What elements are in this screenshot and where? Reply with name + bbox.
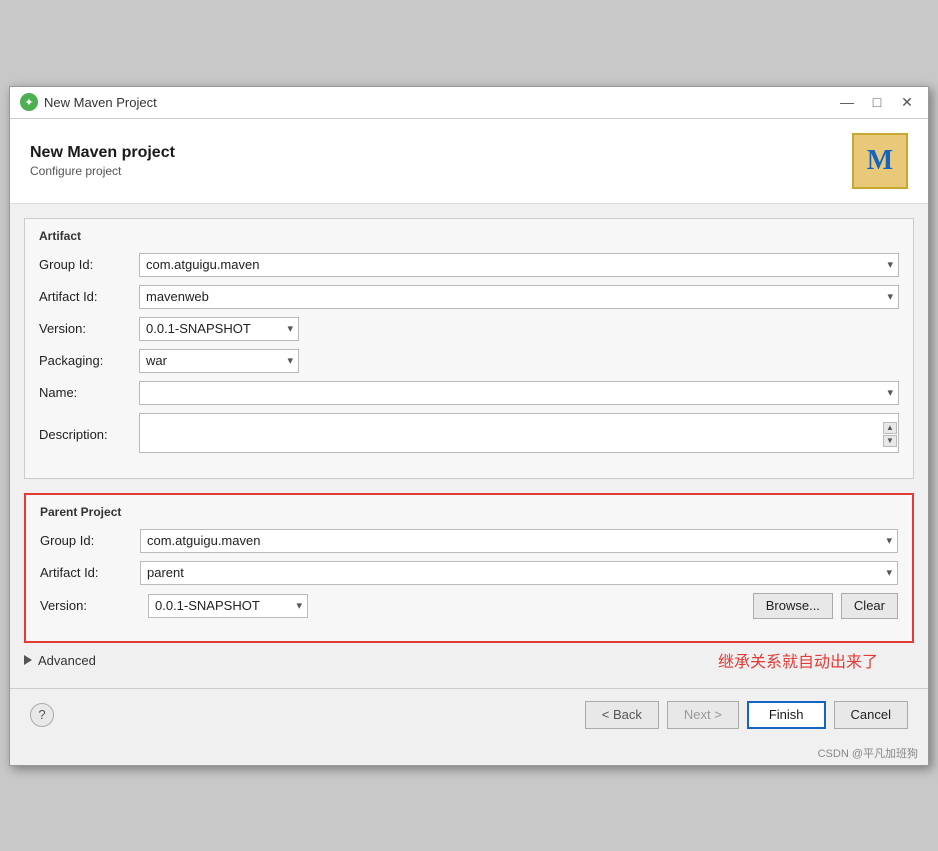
- dialog-footer: ? < Back Next > Finish Cancel: [10, 688, 928, 741]
- advanced-row: Advanced: [10, 643, 110, 678]
- dialog: ✦ New Maven Project — □ ✕ New Maven proj…: [9, 86, 929, 766]
- next-button[interactable]: Next >: [667, 701, 739, 729]
- artifact-id-select-wrapper[interactable]: mavenweb: [139, 285, 899, 309]
- advanced-annotation-row: Advanced 继承关系就自动出来了: [10, 643, 928, 678]
- group-id-label: Group Id:: [39, 257, 139, 272]
- parent-group-id-select[interactable]: com.atguigu.maven: [140, 529, 898, 553]
- name-row: Name:: [39, 381, 899, 405]
- packaging-row: Packaging: war: [39, 349, 899, 373]
- dialog-subtitle: Configure project: [30, 164, 175, 178]
- watermark: CSDN @平凡加班狗: [10, 741, 928, 765]
- group-id-select[interactable]: com.atguigu.maven: [139, 253, 899, 277]
- maven-icon: ✦: [20, 93, 38, 111]
- packaging-select[interactable]: war: [139, 349, 299, 373]
- annotation-text: 继承关系就自动出来了: [718, 648, 898, 672]
- parent-group-id-select-wrapper[interactable]: com.atguigu.maven: [140, 529, 898, 553]
- parent-artifact-id-row: Artifact Id: parent: [40, 561, 898, 585]
- name-label: Name:: [39, 385, 139, 400]
- version-select[interactable]: 0.0.1-SNAPSHOT: [139, 317, 299, 341]
- parent-version-select[interactable]: 0.0.1-SNAPSHOT: [148, 594, 308, 618]
- title-bar: ✦ New Maven Project — □ ✕: [10, 87, 928, 119]
- advanced-triangle-icon[interactable]: [24, 655, 32, 665]
- name-select-wrapper[interactable]: [139, 381, 899, 405]
- header-text: New Maven project Configure project: [30, 144, 175, 178]
- artifact-section: Artifact Group Id: com.atguigu.maven Art…: [24, 218, 914, 479]
- help-button[interactable]: ?: [30, 703, 54, 727]
- clear-button[interactable]: Clear: [841, 593, 898, 619]
- description-up-arrow[interactable]: ▲: [883, 422, 897, 434]
- window-title: New Maven Project: [44, 95, 157, 110]
- parent-group-id-label: Group Id:: [40, 533, 140, 548]
- dialog-header: New Maven project Configure project M: [10, 119, 928, 204]
- description-down-arrow[interactable]: ▼: [883, 435, 897, 447]
- parent-artifact-id-label: Artifact Id:: [40, 565, 140, 580]
- artifact-id-label: Artifact Id:: [39, 289, 139, 304]
- finish-button[interactable]: Finish: [747, 701, 826, 729]
- parent-artifact-id-select[interactable]: parent: [140, 561, 898, 585]
- maximize-button[interactable]: □: [866, 91, 888, 113]
- title-bar-left: ✦ New Maven Project: [20, 93, 157, 111]
- packaging-select-wrapper[interactable]: war: [139, 349, 299, 373]
- description-row: Description: ▲ ▼: [39, 413, 899, 456]
- parent-group-id-row: Group Id: com.atguigu.maven: [40, 529, 898, 553]
- browse-button[interactable]: Browse...: [753, 593, 833, 619]
- parent-section-title: Parent Project: [40, 505, 898, 519]
- advanced-label[interactable]: Advanced: [38, 653, 96, 668]
- dialog-title: New Maven project: [30, 144, 175, 162]
- parent-version-label: Version:: [40, 598, 140, 613]
- description-arrows: ▲ ▼: [883, 413, 897, 456]
- version-label: Version:: [39, 321, 139, 336]
- dialog-body: Artifact Group Id: com.atguigu.maven Art…: [10, 218, 928, 678]
- parent-artifact-id-select-wrapper[interactable]: parent: [140, 561, 898, 585]
- header-icon: M: [852, 133, 908, 189]
- close-button[interactable]: ✕: [896, 91, 918, 113]
- version-select-wrapper[interactable]: 0.0.1-SNAPSHOT: [139, 317, 299, 341]
- cancel-button[interactable]: Cancel: [834, 701, 908, 729]
- description-wrapper: ▲ ▼: [139, 413, 899, 456]
- parent-version-select-wrapper[interactable]: 0.0.1-SNAPSHOT: [148, 594, 308, 618]
- group-id-row: Group Id: com.atguigu.maven: [39, 253, 899, 277]
- window-controls: — □ ✕: [836, 91, 918, 113]
- group-id-select-wrapper[interactable]: com.atguigu.maven: [139, 253, 899, 277]
- parent-project-section: Parent Project Group Id: com.atguigu.mav…: [24, 493, 914, 643]
- minimize-button[interactable]: —: [836, 91, 858, 113]
- version-row: Version: 0.0.1-SNAPSHOT: [39, 317, 899, 341]
- description-label: Description:: [39, 427, 139, 442]
- artifact-section-title: Artifact: [39, 229, 899, 243]
- artifact-id-select[interactable]: mavenweb: [139, 285, 899, 309]
- parent-version-row: Version: 0.0.1-SNAPSHOT Browse... Clear: [40, 593, 898, 619]
- artifact-id-row: Artifact Id: mavenweb: [39, 285, 899, 309]
- back-button[interactable]: < Back: [585, 701, 659, 729]
- description-input[interactable]: [139, 413, 899, 453]
- name-select[interactable]: [139, 381, 899, 405]
- packaging-label: Packaging:: [39, 353, 139, 368]
- watermark-text: CSDN @平凡加班狗: [818, 748, 918, 760]
